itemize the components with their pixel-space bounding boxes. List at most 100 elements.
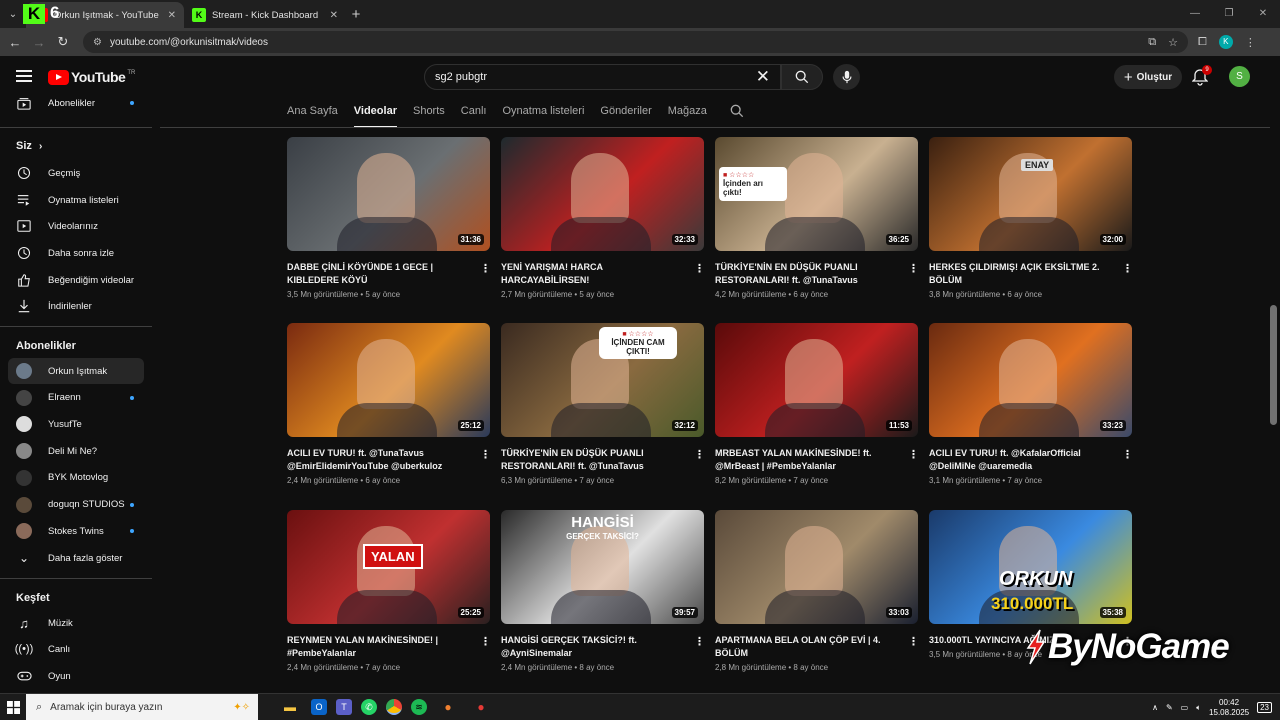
more-options-icon[interactable]: ⋮ [1122, 448, 1133, 461]
profile-avatar[interactable]: K [1218, 35, 1233, 49]
more-options-icon[interactable]: ⋮ [480, 635, 491, 648]
more-options-icon[interactable]: ⋮ [1122, 262, 1133, 275]
volume-icon[interactable]: 🔈︎ [1196, 703, 1201, 713]
search-field[interactable]: ✕ [424, 64, 781, 90]
video-thumbnail[interactable]: 11:53 [715, 323, 918, 437]
account-avatar[interactable]: S [1229, 66, 1250, 87]
video-card[interactable]: HANGİSİ GERÇEK TAKSİCİ? 39:57 HANGİSİ GERÇE… [501, 510, 705, 672]
chrome-icon[interactable] [386, 699, 402, 715]
video-thumbnail[interactable]: ■ ☆☆☆☆ İÇİNDEN CAM ÇIKTI! 32:12 [501, 323, 704, 437]
search-button[interactable] [781, 64, 823, 90]
video-thumbnail[interactable]: ORKUN 310.000TL 35:38 [929, 510, 1132, 624]
site-info-icon[interactable]: ⚙ [93, 37, 102, 48]
back-icon[interactable]: ← [3, 35, 27, 50]
clock[interactable]: 00:42 15.08.2025 [1209, 698, 1249, 718]
sidebar-item-music[interactable]: ♫ Müzik [8, 610, 144, 636]
extensions-icon[interactable]: ⧠ [1198, 36, 1207, 49]
page-scrollbar[interactable] [1270, 305, 1277, 425]
clear-search-icon[interactable]: ✕ [756, 67, 770, 87]
video-thumbnail[interactable]: 25:12 [287, 323, 490, 437]
tab-2[interactable]: Shorts [413, 102, 445, 128]
new-tab-button[interactable]: + [346, 6, 366, 23]
sidebar-item-your-videos[interactable]: Videolarınız [8, 213, 144, 239]
more-options-icon[interactable]: ⋮ [694, 448, 705, 461]
show-more-button[interactable]: ⌄ Daha fazla göster [8, 545, 144, 571]
sidebar-channel-item[interactable]: Orkun Işıtmak [8, 358, 144, 384]
sidebar-item-downloads[interactable]: İndirilenler [8, 293, 144, 319]
close-window-button[interactable]: ✕ [1246, 0, 1280, 28]
video-card[interactable]: ■ ☆☆☆☆ İÇİNDEN CAM ÇIKTI! 32:12 TÜRKİYE'NİN… [501, 323, 705, 485]
outlook-icon[interactable]: O [311, 699, 327, 715]
video-thumbnail[interactable]: 31:36 [287, 137, 490, 251]
video-thumbnail[interactable]: 33:03 [715, 510, 918, 624]
tab-4[interactable]: Oynatma listeleri [502, 102, 584, 128]
video-title[interactable]: TÜRKİYE'NİN EN DÜŞÜK PUANLI RESTORANLARI… [715, 261, 900, 287]
more-options-icon[interactable]: ⋮ [694, 262, 705, 275]
teams-icon[interactable]: T [336, 699, 352, 715]
forward-icon[interactable]: → [27, 35, 51, 50]
sidebar-item-gaming[interactable]: Oyun [8, 663, 144, 689]
video-title[interactable]: TÜRKİYE'NİN EN DÜŞÜK PUANLI RESTORANLARI… [501, 447, 686, 473]
spotify-icon[interactable]: ≋ [411, 699, 427, 715]
video-card[interactable]: YALAN 25:25 REYNMEN YALAN MAKİNESİNDE! | #… [287, 510, 491, 672]
sidebar-channel-item[interactable]: Stokes Twins [8, 518, 144, 544]
sidebar-channel-item[interactable]: YusufTe [8, 411, 144, 437]
browser-menu-icon[interactable]: ⋮ [1245, 36, 1256, 49]
windows-start-button[interactable] [0, 694, 26, 720]
network-icon[interactable]: ▭ [1181, 703, 1189, 712]
taskbar-search-box[interactable]: ⌕ Aramak için buraya yazın ✦✧ [26, 693, 258, 720]
video-card[interactable]: 31:36 DABBE ÇİNLİ KÖYÜNDE 1 GECE | KIBLED… [287, 137, 491, 299]
more-options-icon[interactable]: ⋮ [908, 262, 919, 275]
video-card[interactable]: 33:23 ACILI EV TURU! ft. @KafalarOfficial… [929, 323, 1133, 485]
sidebar-item-live[interactable]: ((•)) Canlı [8, 636, 144, 662]
video-card[interactable]: ENAY 32:00 HERKES ÇILDIRMIŞ! AÇIK EKSİLTME… [929, 137, 1133, 299]
tab-6[interactable]: Mağaza [668, 102, 707, 128]
video-card[interactable]: 32:33 YENİ YARIŞMA! HARCA HARCAYABİLİRSEN… [501, 137, 705, 299]
create-button[interactable]: + Oluştur [1114, 65, 1182, 89]
browser-tab-kick[interactable]: K Stream - Kick Dashboard ✕ [184, 2, 346, 28]
minimize-button[interactable]: — [1178, 0, 1212, 28]
tab-5[interactable]: Gönderiler [600, 102, 651, 128]
reload-icon[interactable]: ↻ [51, 34, 75, 50]
youtube-logo[interactable]: YouTube TR [48, 69, 135, 85]
sidebar-item-watch-later[interactable]: Daha sonra izle [8, 240, 144, 266]
url-text[interactable]: youtube.com/@orkunisitmak/videos [110, 37, 1148, 48]
file-explorer-icon[interactable]: ▬ [278, 696, 302, 718]
video-title[interactable]: ACILI EV TURU! ft. @TunaTavus @EmirElide… [287, 447, 472, 473]
video-thumbnail[interactable]: 32:33 [501, 137, 704, 251]
sidebar-item-playlists[interactable]: Oynatma listeleri [8, 187, 144, 213]
more-options-icon[interactable]: ⋮ [694, 635, 705, 648]
sidebar-channel-item[interactable]: doguqn STUDIOS [8, 492, 144, 518]
sidebar-channel-item[interactable]: Deli Mi Ne? [8, 438, 144, 464]
notifications-tray-icon[interactable]: 23 [1257, 702, 1272, 713]
video-thumbnail[interactable]: ENAY 32:00 [929, 137, 1132, 251]
video-title[interactable]: REYNMEN YALAN MAKİNESİNDE! | #PembeYalan… [287, 634, 472, 660]
sidebar-channel-item[interactable]: Elraenn [8, 385, 144, 411]
more-options-icon[interactable]: ⋮ [908, 635, 919, 648]
video-thumbnail[interactable]: ■ ☆☆☆☆ İçinden arı çıktı! 36:25 [715, 137, 918, 251]
url-bar[interactable]: ⚙ youtube.com/@orkunisitmak/videos ⧉ ☆ [83, 31, 1188, 53]
video-card[interactable]: 11:53 MRBEAST YALAN MAKİNESİNDE! ft. @MrB… [715, 323, 919, 485]
video-title[interactable]: HERKES ÇILDIRMIŞ! AÇIK EKSİLTME 2. BÖLÜM [929, 261, 1114, 287]
close-tab-icon[interactable]: ✕ [330, 10, 338, 21]
channel-search-button[interactable] [730, 104, 744, 123]
video-card[interactable]: ■ ☆☆☆☆ İçinden arı çıktı! 36:25 TÜRKİYE'NİN… [715, 137, 919, 299]
voice-search-button[interactable] [833, 64, 860, 90]
bookmark-star-icon[interactable]: ☆ [1168, 36, 1178, 49]
video-title[interactable]: HANGİSİ GERÇEK TAKSİCİ?! ft. @AyniSinema… [501, 634, 686, 660]
sidebar-item-subscriptions[interactable]: Abonelikler [8, 90, 144, 116]
tray-overflow-icon[interactable]: ∧ [1152, 703, 1158, 712]
pen-icon[interactable]: ✎ [1166, 703, 1173, 712]
video-title[interactable]: APARTMANA BELA OLAN ÇÖP EVİ | 4. BÖLÜM [715, 634, 900, 660]
video-card[interactable]: 25:12 ACILI EV TURU! ft. @TunaTavus @Emir… [287, 323, 491, 485]
video-thumbnail[interactable]: 33:23 [929, 323, 1132, 437]
you-section-heading[interactable]: Siz › [16, 140, 42, 152]
whatsapp-icon[interactable]: ✆ [361, 699, 377, 715]
more-options-icon[interactable]: ⋮ [480, 262, 491, 275]
video-card[interactable]: 33:03 APARTMANA BELA OLAN ÇÖP EVİ | 4. BÖ… [715, 510, 919, 672]
search-input[interactable] [435, 71, 756, 83]
microphone-app-icon[interactable]: ● [436, 696, 460, 718]
close-tab-icon[interactable]: ✕ [168, 10, 176, 21]
recording-app-icon[interactable]: ● [469, 696, 493, 718]
video-title[interactable]: MRBEAST YALAN MAKİNESİNDE! ft. @MrBeast … [715, 447, 900, 473]
